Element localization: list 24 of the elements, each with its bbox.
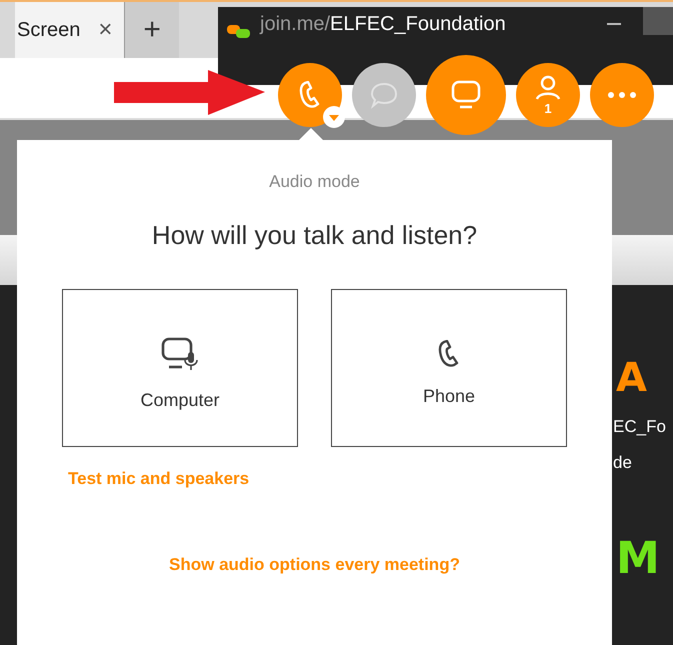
- arrow-icon: [112, 68, 267, 118]
- page-text: de: [613, 453, 633, 473]
- participant-count: 1: [544, 100, 552, 116]
- window-title: join.me/ELFEC_Foundation: [260, 13, 506, 36]
- page-text: A: [616, 355, 648, 401]
- popover-question: How will you talk and listen?: [152, 220, 478, 251]
- monitor-icon: [450, 79, 482, 111]
- tab-close-button[interactable]: ×: [98, 16, 112, 44]
- phone-handset-icon: [438, 340, 460, 368]
- person-icon: [534, 74, 562, 100]
- audio-option-button[interactable]: Computer: [62, 289, 298, 447]
- monitor-microphone-icon: [160, 336, 200, 372]
- tab-title: Screen: [17, 18, 80, 42]
- page-text: EC_Fo: [613, 417, 667, 437]
- chat-bubble-icon: [369, 81, 399, 109]
- audio-option-button[interactable]: Phone: [331, 289, 567, 447]
- popover-heading: Audio mode: [269, 172, 360, 192]
- browser-tab[interactable]: Screen ×: [15, 2, 126, 58]
- dropdown-icon[interactable]: [322, 105, 346, 129]
- more-icon: [607, 91, 637, 99]
- page-text: M: [616, 533, 661, 584]
- app-logo-icon: [226, 23, 252, 41]
- new-tab-button[interactable]: +: [125, 2, 179, 58]
- phone-icon: [299, 81, 321, 109]
